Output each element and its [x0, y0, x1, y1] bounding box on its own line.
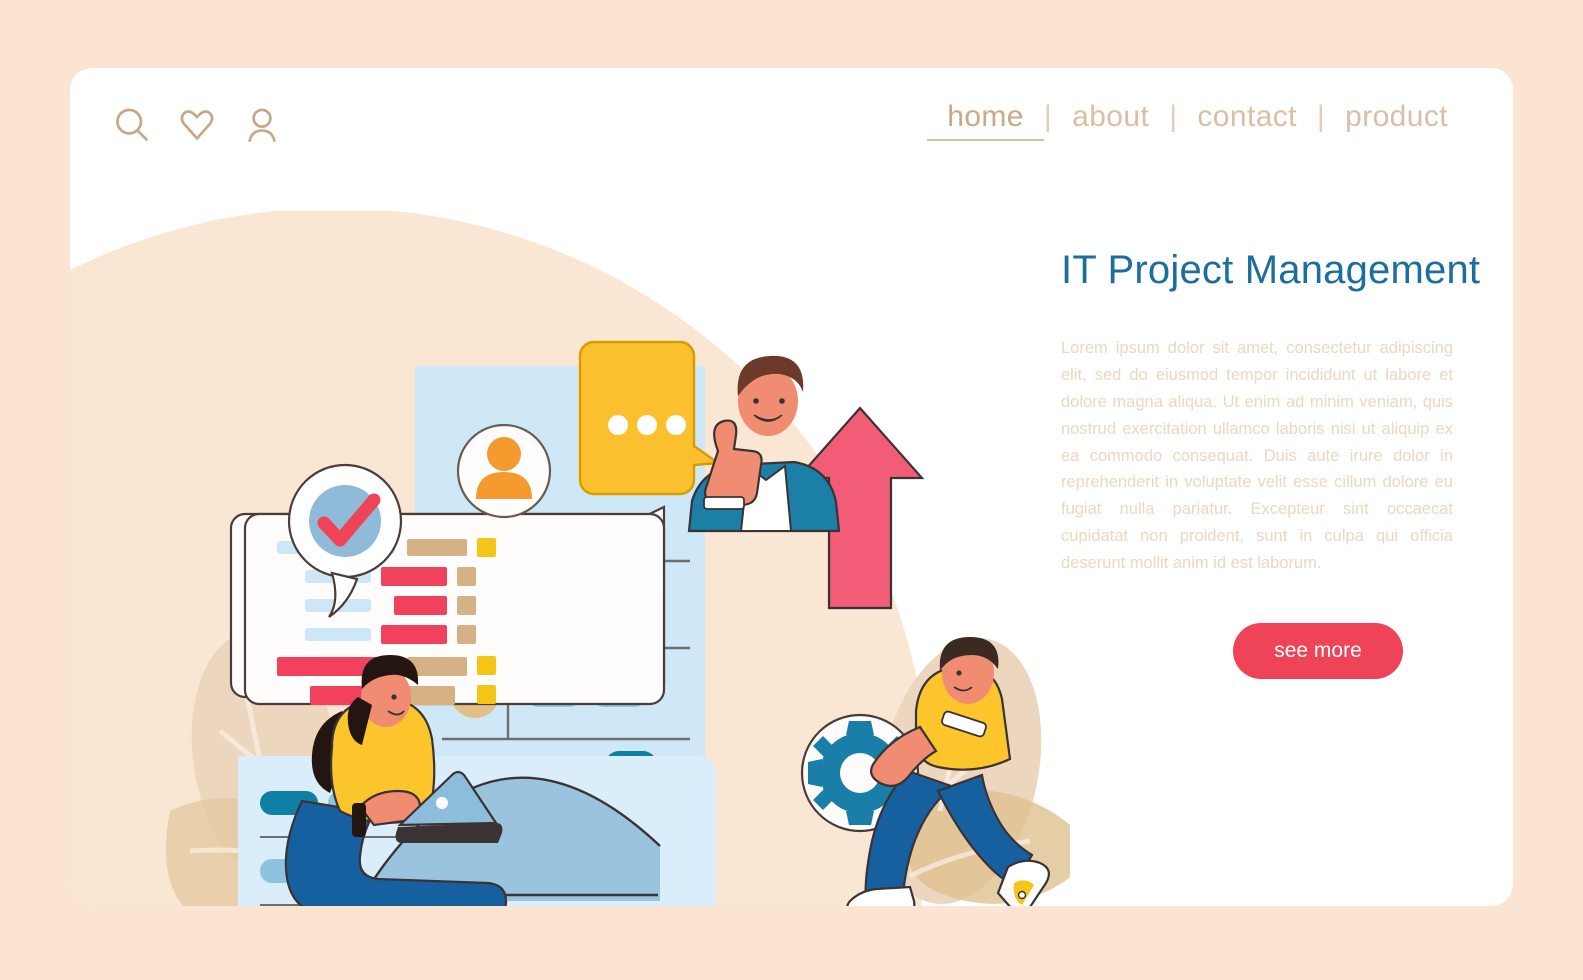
- avatar-bubble: [456, 423, 552, 519]
- top-navigation-bar: home | about | contact | product: [70, 68, 1513, 211]
- hero-content: IT Project Management Lorem ipsum dolor …: [1061, 248, 1481, 680]
- nav-separator: |: [1169, 100, 1178, 133]
- character-thumbs-up: [687, 355, 841, 533]
- nav-separator: |: [1043, 100, 1053, 133]
- search-icon[interactable]: [113, 106, 151, 144]
- nav-link-product[interactable]: product: [1325, 100, 1468, 134]
- page-background: IT Project Management Lorem ipsum dolor …: [0, 0, 1583, 980]
- nav-links: home | about | contact | product: [927, 100, 1468, 141]
- see-more-button[interactable]: see more: [1233, 623, 1403, 680]
- nav-link-home[interactable]: home: [927, 100, 1044, 141]
- heart-icon[interactable]: [178, 106, 216, 144]
- nav-icon-group: [113, 106, 281, 144]
- user-icon[interactable]: [243, 106, 281, 144]
- nav-link-contact[interactable]: contact: [1177, 100, 1317, 134]
- nav-link-about[interactable]: about: [1052, 100, 1169, 134]
- page-title: IT Project Management: [1061, 248, 1481, 292]
- hero-illustration: [70, 211, 1070, 906]
- nav-separator: |: [1316, 100, 1326, 133]
- hero-description: Lorem ipsum dolor sit amet, consectetur …: [1061, 339, 1453, 573]
- browser-card: IT Project Management Lorem ipsum dolor …: [70, 68, 1513, 906]
